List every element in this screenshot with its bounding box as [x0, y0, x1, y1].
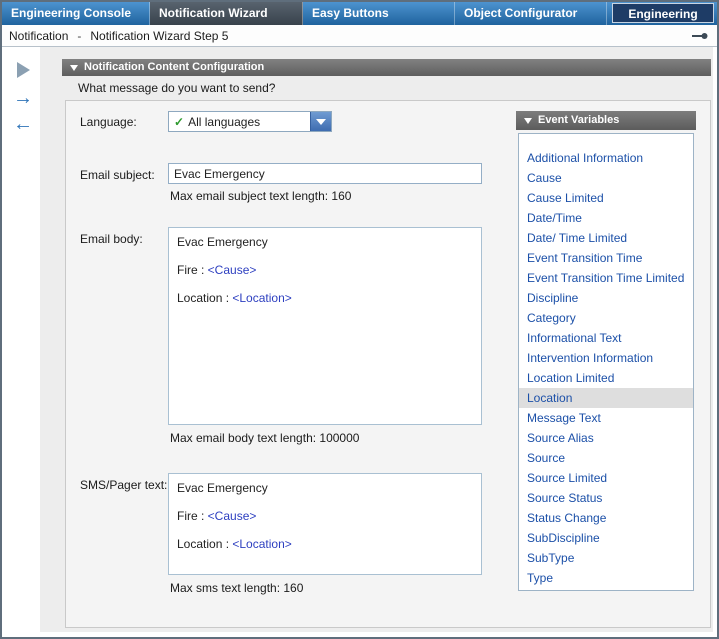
email-body-line1: Evac Emergency: [177, 235, 473, 249]
collapse-triangle-icon: [524, 118, 532, 124]
event-variable-item[interactable]: Date/Time: [519, 208, 693, 228]
email-body-editor[interactable]: Evac Emergency Fire : <Cause> Location :…: [168, 227, 482, 425]
event-variable-item[interactable]: Location Limited: [519, 368, 693, 388]
event-variable-item[interactable]: Cause Limited: [519, 188, 693, 208]
event-variable-item[interactable]: Source Limited: [519, 468, 693, 488]
breadcrumb-root[interactable]: Notification: [9, 29, 68, 43]
back-arrow-icon[interactable]: ←: [10, 114, 36, 134]
tab-engineering-console[interactable]: Engineering Console: [2, 2, 150, 25]
event-variables-list: Additional Information Cause Cause Limit…: [518, 133, 694, 591]
forward-arrow-icon[interactable]: →: [10, 88, 36, 108]
wizard-prompt: What message do you want to send?: [78, 81, 275, 95]
event-variable-item[interactable]: Discipline: [519, 288, 693, 308]
chevron-down-icon: [316, 119, 326, 125]
email-body-line2: Fire : <Cause>: [177, 263, 473, 277]
location-prefix: Location :: [177, 537, 232, 551]
event-variable-item[interactable]: Event Transition Time: [519, 248, 693, 268]
pin-icon[interactable]: [691, 30, 709, 42]
sms-line3: Location : <Location>: [177, 537, 473, 551]
event-variables-header[interactable]: Event Variables: [516, 111, 696, 130]
event-variables-title: Event Variables: [538, 114, 619, 126]
location-token: <Location>: [232, 537, 291, 551]
fire-prefix: Fire :: [177, 509, 208, 523]
email-subject-hint: Max email subject text length: 160: [170, 189, 351, 203]
sms-text-label: SMS/Pager text:: [80, 478, 167, 492]
engineering-mode-button[interactable]: Engineering: [612, 3, 714, 23]
event-variable-item[interactable]: Category: [519, 308, 693, 328]
event-variable-item[interactable]: Source: [519, 448, 693, 468]
cause-token: <Cause>: [208, 263, 257, 277]
app-window: Engineering Console Notification Wizard …: [0, 0, 719, 639]
email-body-hint: Max email body text length: 100000: [170, 431, 359, 445]
check-icon: ✓: [174, 115, 184, 129]
sms-line1: Evac Emergency: [177, 481, 473, 495]
event-variable-item[interactable]: Source Alias: [519, 428, 693, 448]
breadcrumb-separator: -: [77, 29, 81, 43]
tab-easy-buttons[interactable]: Easy Buttons: [303, 2, 455, 25]
location-prefix: Location :: [177, 291, 232, 305]
event-variable-item[interactable]: Type: [519, 568, 693, 588]
event-variable-item[interactable]: Date/ Time Limited: [519, 228, 693, 248]
email-subject-input[interactable]: [168, 163, 482, 184]
tab-notification-wizard[interactable]: Notification Wizard: [150, 2, 303, 25]
collapse-triangle-icon: [70, 65, 78, 71]
language-dropdown[interactable]: ✓ All languages: [168, 111, 332, 132]
event-variable-item[interactable]: SubDiscipline: [519, 528, 693, 548]
fire-prefix: Fire :: [177, 263, 208, 277]
breadcrumb: Notification - Notification Wizard Step …: [2, 25, 717, 47]
email-body-label: Email body:: [80, 232, 143, 246]
event-variable-item[interactable]: Message Text: [519, 408, 693, 428]
sms-text-editor[interactable]: Evac Emergency Fire : <Cause> Location :…: [168, 473, 482, 575]
section-header-notification-content[interactable]: Notification Content Configuration: [62, 59, 711, 76]
event-variable-item[interactable]: SubType: [519, 548, 693, 568]
play-icon[interactable]: [17, 62, 30, 78]
tab-object-configurator[interactable]: Object Configurator: [455, 2, 607, 25]
email-body-line3: Location : <Location>: [177, 291, 473, 305]
language-dropdown-field[interactable]: ✓ All languages: [169, 112, 310, 131]
language-selected-value: All languages: [188, 115, 260, 129]
breadcrumb-current: Notification Wizard Step 5: [90, 29, 228, 43]
section-title: Notification Content Configuration: [84, 61, 264, 73]
email-subject-label: Email subject:: [80, 168, 155, 182]
language-label: Language:: [80, 115, 137, 129]
tab-bar: Engineering Console Notification Wizard …: [2, 2, 717, 25]
cause-token: <Cause>: [208, 509, 257, 523]
sms-text-hint: Max sms text length: 160: [170, 581, 303, 595]
event-variable-item[interactable]: Status Change: [519, 508, 693, 528]
event-variable-item-selected[interactable]: Location: [519, 388, 693, 408]
event-variable-item[interactable]: Intervention Information: [519, 348, 693, 368]
event-variable-item[interactable]: Event Transition Time Limited: [519, 268, 693, 288]
event-variable-item[interactable]: Cause: [519, 168, 693, 188]
event-variable-item[interactable]: Additional Information: [519, 148, 693, 168]
event-variable-item[interactable]: Informational Text: [519, 328, 693, 348]
dropdown-button[interactable]: [310, 112, 331, 131]
location-token: <Location>: [232, 291, 291, 305]
event-variable-item[interactable]: Source Status: [519, 488, 693, 508]
sms-line2: Fire : <Cause>: [177, 509, 473, 523]
